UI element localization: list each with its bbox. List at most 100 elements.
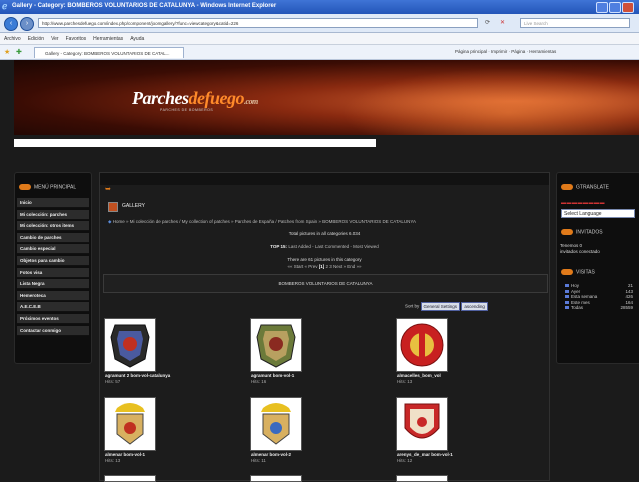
menu-bullet-icon bbox=[561, 269, 573, 275]
menu-item-fotos[interactable]: Fotos visa bbox=[17, 267, 89, 278]
thumb-caption[interactable]: agramunt bom-vol-1 bbox=[251, 373, 294, 378]
menu-bullet-icon bbox=[561, 229, 573, 235]
counter-icon bbox=[565, 306, 569, 309]
order-select[interactable]: ascending bbox=[461, 302, 488, 311]
menu-item-hemeroteca[interactable]: Hemeroteca bbox=[17, 290, 89, 301]
main-menu-title: MENÚ PRINCIPAL bbox=[19, 184, 76, 190]
site-tagline: PARCHES DE BOMBEROS bbox=[160, 108, 214, 112]
breadcrumb[interactable]: ◆ Home » Mi colección de parches / My co… bbox=[108, 219, 544, 225]
patch-image bbox=[261, 403, 291, 445]
thumb-hits: Hits: 12 bbox=[397, 458, 413, 463]
top15-links[interactable]: TOP 15: Last Added - Last Commented - Mo… bbox=[100, 244, 549, 249]
arrow-icon: ➥ bbox=[105, 186, 111, 193]
patch-image bbox=[404, 403, 440, 439]
patch-thumbnail[interactable] bbox=[104, 397, 156, 451]
total-pictures: Total pictures in all categories 6.034 bbox=[288, 231, 361, 236]
who-online-text: Tenemos 0 invitados conectado bbox=[560, 243, 600, 254]
counter-icon bbox=[565, 284, 569, 287]
gallery-icon bbox=[108, 202, 118, 212]
menu-item-lista-negra[interactable]: Lista Negra bbox=[17, 279, 89, 290]
category-header: BOMBEROS VOLUNTARIOS DE CATALUNYA bbox=[103, 274, 548, 293]
menu-item-coleccion-otros[interactable]: Mi colección: otros items bbox=[17, 221, 89, 232]
address-toolbar: ‹ › http://www.parchesdefuego.com/index.… bbox=[0, 14, 639, 33]
favorites-bar: ★ ✚ Gallery - Category: BOMBEROS VOLUNTA… bbox=[0, 45, 639, 60]
stop-icon[interactable]: ✕ bbox=[500, 19, 505, 26]
browser-tab[interactable]: Gallery - Category: BOMBEROS VOLUNTARIOS… bbox=[34, 47, 184, 58]
minimize-button[interactable] bbox=[596, 2, 608, 13]
patch-image bbox=[115, 403, 145, 445]
patch-thumbnail[interactable] bbox=[396, 397, 448, 451]
menu-bullet-icon bbox=[19, 184, 31, 190]
back-button[interactable]: ‹ bbox=[4, 17, 18, 31]
menu-item-inicio[interactable]: Inicio bbox=[17, 198, 89, 208]
category-picture-count: There are 61 pictures in this category bbox=[287, 257, 362, 262]
thumb-caption[interactable]: almenar bom-vol-2 bbox=[251, 452, 291, 457]
menu-item-objetos-cambio[interactable]: Objetos para cambio bbox=[17, 255, 89, 266]
main-top-strip bbox=[100, 173, 549, 185]
favorites-star-icon[interactable]: ★ bbox=[4, 48, 10, 56]
menu-item-contactar[interactable]: Contactar conmigo bbox=[17, 325, 89, 336]
refresh-icon[interactable]: ⟳ bbox=[485, 19, 490, 26]
counter-icon bbox=[565, 295, 569, 298]
sort-label: Sort by bbox=[405, 303, 420, 309]
patch-image bbox=[110, 324, 150, 368]
category-name: BOMBEROS VOLUNTARIOS DE CATALUNYA bbox=[278, 281, 373, 286]
thumb-caption[interactable]: almenar bom-vol-1 bbox=[105, 452, 145, 457]
visits-title: VISITAS bbox=[561, 269, 595, 275]
top-bar bbox=[14, 139, 376, 147]
menu-item-cambio-parches[interactable]: Cambio de parches bbox=[17, 232, 89, 243]
menu-archivo[interactable]: Archivo bbox=[0, 33, 24, 42]
counter-icon bbox=[565, 289, 569, 293]
pagination[interactable]: «« Start « Prev [1] 2 3 Next » End »» bbox=[100, 264, 549, 269]
window-title: Gallery - Category: BOMBEROS VOLUNTARIOS… bbox=[12, 3, 277, 9]
menu-item-cambio-especial[interactable]: Cambio especial bbox=[17, 244, 89, 255]
window-titlebar: ℯ Gallery - Category: BOMBEROS VOLUNTARI… bbox=[0, 0, 639, 14]
patch-thumbnail[interactable] bbox=[250, 397, 302, 451]
right-sidebar: GTRANSLATE ▬▬▬▬▬▬▬▬ Select Language INVI… bbox=[556, 172, 639, 364]
thumb-caption[interactable]: almacelles_bom_vol bbox=[397, 373, 441, 378]
counter-icon bbox=[565, 300, 569, 304]
thumb-hits: Hits: 16 bbox=[251, 379, 267, 384]
add-favorite-icon[interactable]: ✚ bbox=[16, 48, 22, 56]
patch-image bbox=[400, 323, 444, 367]
flame-graphic bbox=[314, 60, 639, 135]
thumb-hits: Hits: 13 bbox=[397, 379, 413, 384]
site-logo[interactable]: Parchesdefuego.com bbox=[132, 88, 258, 109]
sort-controls: Sort by General Settings ascending bbox=[405, 302, 488, 311]
address-input[interactable]: http://www.parchesdefuego.com/index.php/… bbox=[38, 18, 478, 28]
main-menu-panel: MENÚ PRINCIPAL Inicio Mi colección: parc… bbox=[14, 172, 92, 364]
visit-row-total: Todas 28559 bbox=[565, 305, 637, 311]
home-icon: ◆ bbox=[108, 219, 112, 224]
language-flags[interactable]: ▬▬▬▬▬▬▬▬ bbox=[561, 200, 605, 206]
thumb-caption[interactable]: agramunt 2 bom-vol-catalunya bbox=[105, 373, 170, 378]
menu-edicion[interactable]: Edición bbox=[24, 33, 47, 42]
menu-item-aeceb[interactable]: A.E.C.E.B bbox=[17, 302, 89, 313]
patch-thumbnail[interactable] bbox=[396, 318, 448, 372]
menu-favoritos[interactable]: Favoritos bbox=[62, 33, 90, 42]
search-input[interactable]: Live Search bbox=[520, 18, 630, 28]
gallery-title: GALLERY bbox=[122, 203, 145, 209]
menu-item-proximos-eventos[interactable]: Próximos eventos bbox=[17, 313, 89, 324]
forward-button[interactable]: › bbox=[20, 17, 34, 31]
command-bar[interactable]: Página principal · Imprimir · Página · H… bbox=[455, 49, 556, 54]
visit-counter: Hoy 21 Ayer 143 Esta semana 426 Este mes 164… bbox=[565, 283, 637, 311]
gtranslate-title: GTRANSLATE bbox=[561, 184, 609, 190]
menu-item-coleccion-parches[interactable]: Mi colección: parches bbox=[17, 209, 89, 220]
thumb-hits: Hits: 13 bbox=[105, 458, 121, 463]
menu-ver[interactable]: Ver bbox=[47, 33, 62, 42]
maximize-button[interactable] bbox=[609, 2, 621, 13]
close-button[interactable] bbox=[622, 2, 634, 13]
menu-bullet-icon bbox=[561, 184, 573, 190]
patch-thumbnail[interactable] bbox=[250, 318, 302, 372]
patch-thumbnail[interactable] bbox=[104, 318, 156, 372]
menu-bar: Archivo Edición Ver Favoritos Herramientas Ay… bbox=[0, 33, 639, 45]
menu-ayuda[interactable]: Ayuda bbox=[126, 33, 147, 42]
menu-herramientas[interactable]: Herramientas bbox=[89, 33, 126, 42]
sort-select[interactable]: General Settings bbox=[420, 302, 461, 311]
gallery-main: ➥ GALLERY ◆ Home » Mi colección de parch… bbox=[99, 172, 550, 482]
thumb-hits: Hits: 57 bbox=[105, 379, 121, 384]
thumb-caption[interactable]: arenys_de_mar bom-vol-1 bbox=[397, 452, 453, 457]
patch-image bbox=[256, 324, 296, 368]
thumb-hits: Hits: 11 bbox=[251, 458, 266, 463]
language-select[interactable]: Select Language bbox=[561, 209, 635, 218]
